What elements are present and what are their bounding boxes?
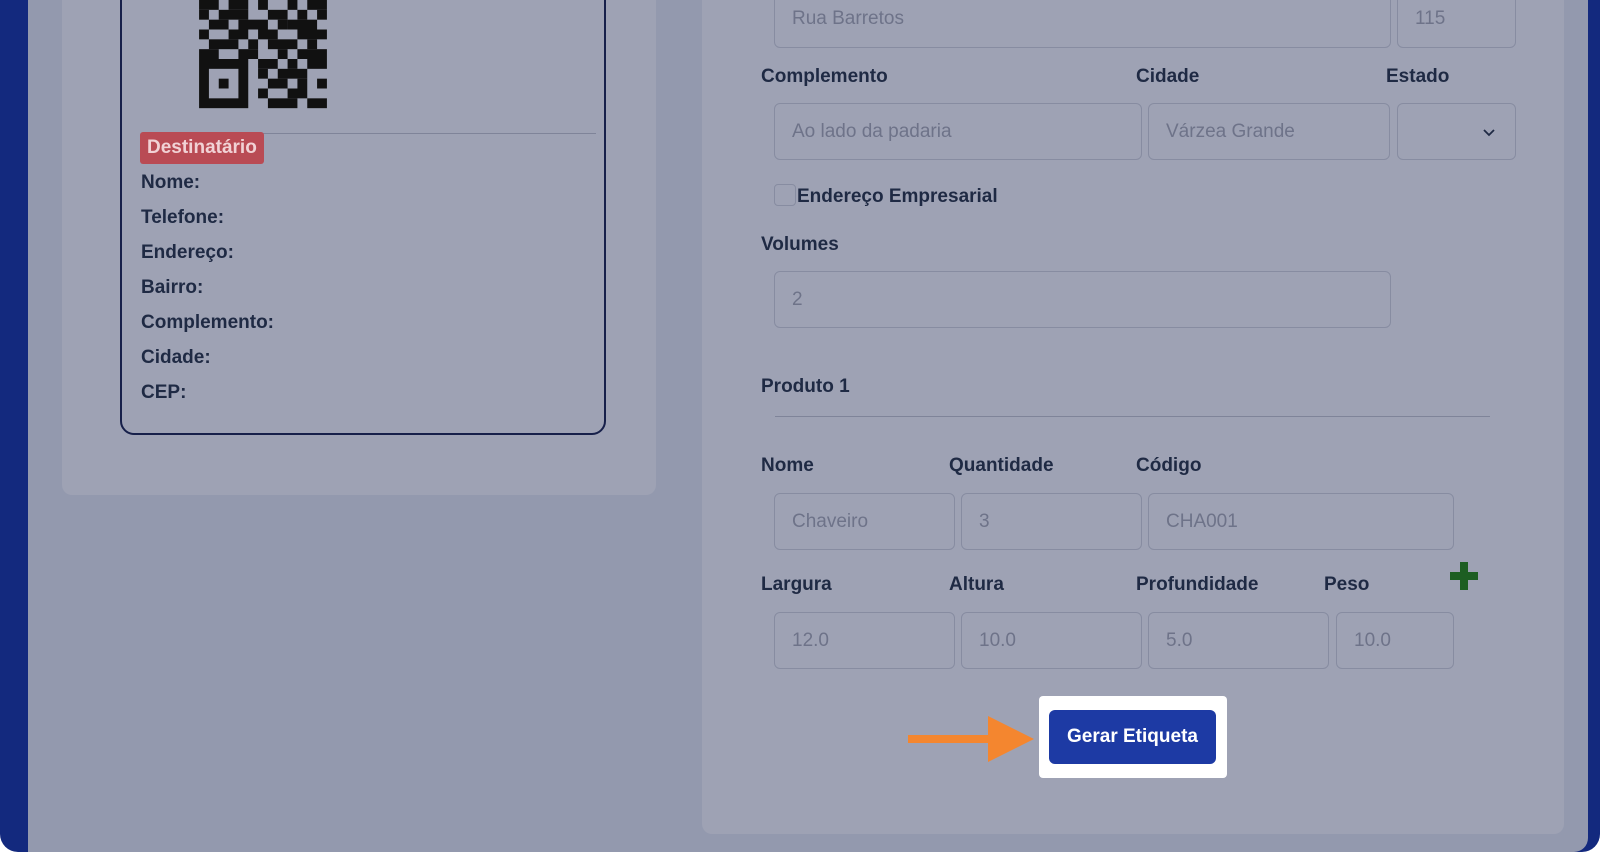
product-weight-input[interactable]: 10.0: [1336, 612, 1454, 669]
product-name-input[interactable]: Chaveiro: [774, 493, 955, 550]
add-product-icon[interactable]: [1449, 561, 1479, 591]
product-width-input[interactable]: 12.0: [774, 612, 955, 669]
state-select[interactable]: [1397, 103, 1516, 160]
city-label: Cidade: [1136, 66, 1200, 87]
label-field-address: Endereço:: [141, 242, 234, 263]
qr-code-icon: [199, 0, 327, 118]
product-name-label: Nome: [761, 455, 814, 476]
volumes-label: Volumes: [761, 234, 839, 255]
label-field-complement: Complemento:: [141, 312, 274, 333]
complement-input[interactable]: Ao lado da padaria: [774, 103, 1142, 160]
product-height-input[interactable]: 10.0: [961, 612, 1142, 669]
screenshot-frame: Destinatário Nome: Telefone: Endereço: B…: [0, 0, 1600, 852]
label-field-name: Nome:: [141, 172, 201, 193]
product-divider: [775, 416, 1490, 417]
label-field-cep: CEP:: [141, 382, 187, 403]
label-field-city: Cidade:: [141, 347, 211, 368]
product-title: Produto 1: [761, 376, 850, 397]
pointer-arrow-icon: [908, 716, 1034, 762]
business-address-label: Endereço Empresarial: [797, 186, 998, 207]
product-width-label: Largura: [761, 574, 832, 595]
label-field-neighborhood: Bairro:: [141, 277, 204, 298]
product-quantity-input[interactable]: 3: [961, 493, 1142, 550]
product-code-input[interactable]: CHA001: [1148, 493, 1454, 550]
product-height-label: Altura: [949, 574, 1004, 595]
business-address-checkbox[interactable]: [774, 184, 796, 206]
generate-label-button[interactable]: Gerar Etiqueta: [1049, 710, 1216, 764]
chevron-down-icon: [1483, 129, 1495, 137]
label-field-phone: Telefone:: [141, 207, 225, 228]
product-quantity-label: Quantidade: [949, 455, 1054, 476]
street-input[interactable]: Rua Barretos: [774, 0, 1391, 48]
complement-label: Complemento: [761, 66, 888, 87]
number-input[interactable]: 115: [1397, 0, 1516, 48]
volumes-input[interactable]: 2: [774, 271, 1391, 328]
product-depth-input[interactable]: 5.0: [1148, 612, 1329, 669]
state-label: Estado: [1386, 66, 1450, 87]
recipient-badge: Destinatário: [140, 132, 264, 164]
product-weight-label: Peso: [1324, 574, 1370, 595]
product-depth-label: Profundidade: [1136, 574, 1259, 595]
city-input[interactable]: Várzea Grande: [1148, 103, 1390, 160]
product-code-label: Código: [1136, 455, 1202, 476]
